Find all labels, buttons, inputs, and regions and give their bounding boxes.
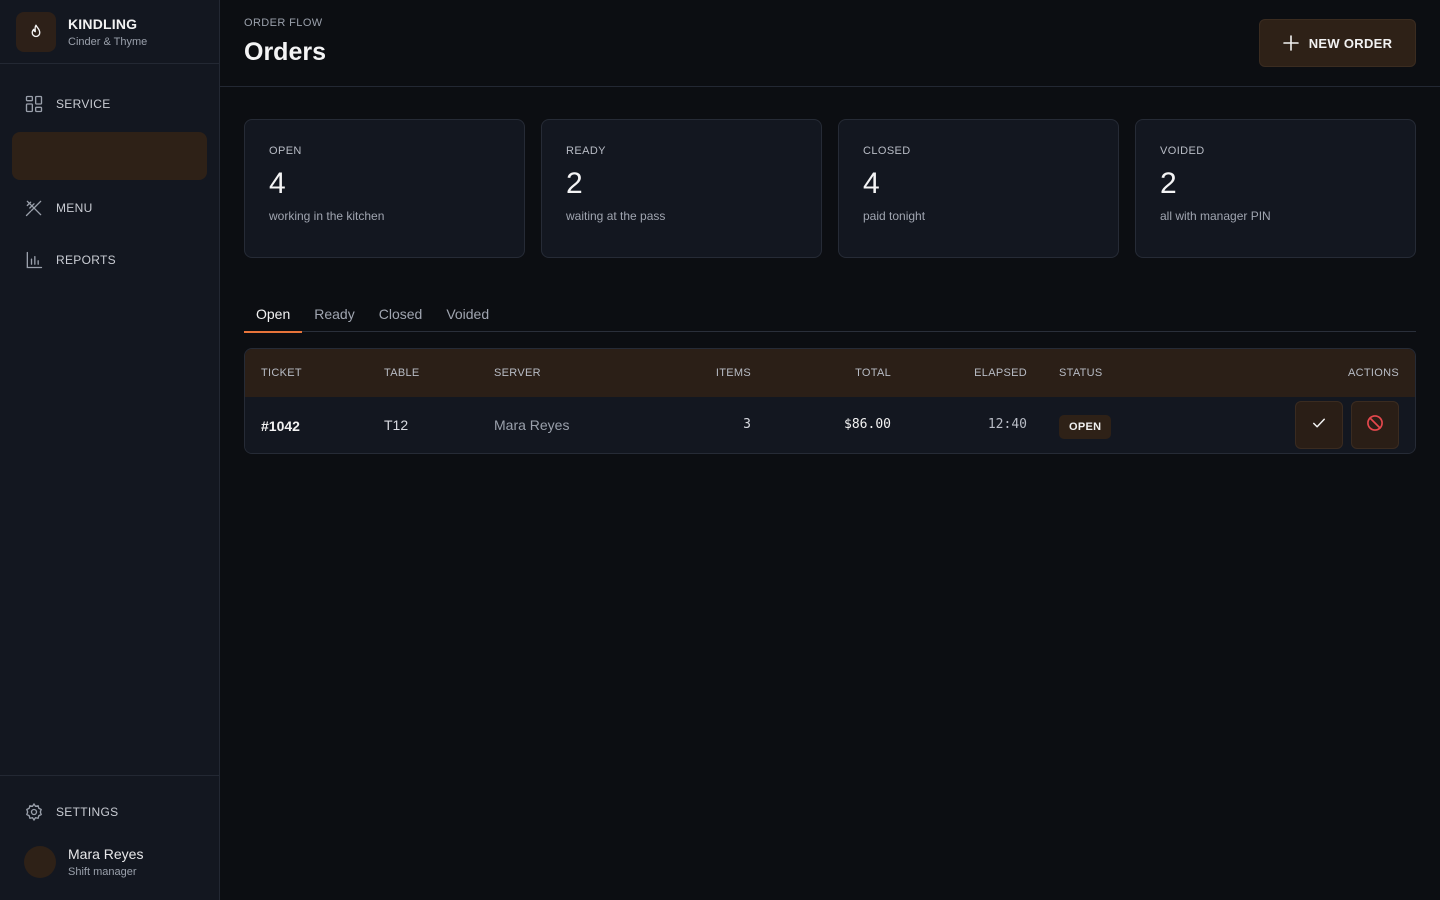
table-row[interactable]: #1042 T12 Mara Reyes 3 $86.00 12:40 OPEN <box>245 397 1415 453</box>
stat-desc: all with manager PIN <box>1160 209 1271 223</box>
status-badge: OPEN <box>1059 415 1112 439</box>
sidebar-item-settings[interactable]: SETTINGS <box>12 788 207 836</box>
stat-value: 2 <box>1160 167 1177 200</box>
brand-name: KINDLING <box>68 15 138 32</box>
server-name: Mara Reyes <box>494 417 570 433</box>
ticket-number: #1042 <box>261 418 300 434</box>
sidebar-item-label: REPORTS <box>56 253 116 267</box>
sidebar-item-active[interactable] <box>12 132 207 180</box>
column-header-total[interactable]: TOTAL <box>855 367 891 379</box>
order-total: $86.00 <box>844 417 891 432</box>
column-header-elapsed[interactable]: ELAPSED <box>974 367 1027 379</box>
sidebar: KINDLING Cinder & Thyme SERVICE MENU REP… <box>0 0 220 900</box>
stat-value: 4 <box>863 167 880 200</box>
orders-table: TICKET TABLE SERVER ITEMS TOTAL ELAPSED … <box>244 348 1416 454</box>
sidebar-item-label: MENU <box>56 201 93 215</box>
avatar <box>24 846 56 878</box>
flame-icon <box>16 11 56 52</box>
settings-label: SETTINGS <box>56 805 119 819</box>
tab-ready[interactable]: Ready <box>302 298 366 332</box>
new-order-label: NEW ORDER <box>1308 35 1393 51</box>
tab-open[interactable]: Open <box>244 298 303 333</box>
stat-label: VOIDED <box>1160 145 1205 157</box>
stat-desc: working in the kitchen <box>269 209 385 223</box>
stat-desc: paid tonight <box>863 209 926 223</box>
tab-closed[interactable]: Closed <box>367 298 435 332</box>
table-number: T12 <box>384 417 409 433</box>
mark-ready-button[interactable] <box>1295 401 1343 449</box>
bar-chart-icon <box>24 250 44 270</box>
stat-card-ready: READY 2 waiting at the pass <box>541 119 822 258</box>
stat-desc: waiting at the pass <box>566 209 666 223</box>
gear-icon <box>24 802 44 822</box>
page-eyebrow: ORDER FLOW <box>244 17 323 29</box>
item-count: 3 <box>743 417 751 432</box>
tab-voided[interactable]: Voided <box>434 298 501 332</box>
stat-card-voided: VOIDED 2 all with manager PIN <box>1135 119 1416 258</box>
stat-label: READY <box>566 145 606 157</box>
stat-value: 4 <box>269 167 286 200</box>
page-header: ORDER FLOW Orders NEW ORDER <box>220 0 1440 87</box>
stat-label: OPEN <box>269 145 302 157</box>
sidebar-item-menu[interactable]: MENU <box>12 184 207 232</box>
column-header-items[interactable]: ITEMS <box>716 367 751 379</box>
column-header-actions: ACTIONS <box>1348 367 1399 379</box>
elapsed-time: 12:40 <box>987 417 1027 432</box>
sidebar-item-reports[interactable]: REPORTS <box>12 236 207 284</box>
brand-subtitle: Cinder & Thyme <box>68 35 148 48</box>
check-icon <box>1310 414 1328 437</box>
sidebar-footer: SETTINGS Mara Reyes Shift manager <box>0 775 219 900</box>
column-header-status[interactable]: STATUS <box>1059 367 1103 379</box>
sidebar-item-label: SERVICE <box>56 97 111 111</box>
page-title: Orders <box>244 38 326 66</box>
ban-icon <box>1365 413 1385 438</box>
column-header-server[interactable]: SERVER <box>494 367 541 379</box>
void-order-button[interactable] <box>1351 401 1399 449</box>
user-role: Shift manager <box>68 866 137 878</box>
table-header: TICKET TABLE SERVER ITEMS TOTAL ELAPSED … <box>245 349 1415 397</box>
stat-card-open: OPEN 4 working in the kitchen <box>244 119 525 258</box>
stat-value: 2 <box>566 167 583 200</box>
grid-icon <box>24 94 44 114</box>
stats-row: OPEN 4 working in the kitchen READY 2 wa… <box>244 119 1416 258</box>
column-header-ticket[interactable]: TICKET <box>261 367 302 379</box>
utensils-icon <box>24 198 44 218</box>
new-order-button[interactable]: NEW ORDER <box>1259 19 1416 67</box>
user-name: Mara Reyes <box>68 846 144 862</box>
main-content: ORDER FLOW Orders NEW ORDER OPEN 4 worki… <box>220 0 1440 900</box>
plus-icon <box>1282 35 1299 51</box>
column-header-table[interactable]: TABLE <box>384 367 420 379</box>
user-profile[interactable]: Mara Reyes Shift manager <box>24 846 143 878</box>
order-tabs: Open Ready Closed Voided <box>244 298 1416 333</box>
sidebar-item-service[interactable]: SERVICE <box>12 80 207 128</box>
stat-label: CLOSED <box>863 145 911 157</box>
brand-header: KINDLING Cinder & Thyme <box>0 0 219 64</box>
stat-card-closed: CLOSED 4 paid tonight <box>838 119 1119 258</box>
